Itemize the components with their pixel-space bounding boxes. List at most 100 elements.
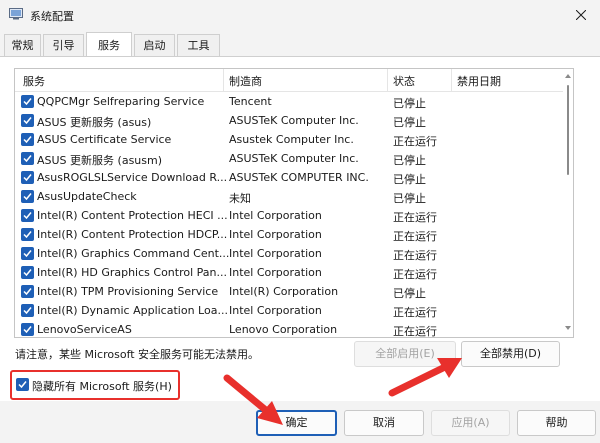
service-name: QQPCMgr Selfreparing Service xyxy=(37,95,205,108)
table-row[interactable]: ASUS Certificate Service Asustek Compute… xyxy=(15,130,563,149)
system-config-app-icon xyxy=(9,8,23,20)
service-status: 正在运行 xyxy=(393,211,437,224)
service-checkbox[interactable] xyxy=(21,266,34,279)
table-row[interactable]: Intel(R) TPM Provisioning Service Intel(… xyxy=(15,282,563,301)
service-checkbox[interactable] xyxy=(21,152,34,165)
close-button[interactable] xyxy=(562,0,600,30)
service-name: Intel(R) Content Protection HECI ... xyxy=(37,209,228,222)
column-divider[interactable] xyxy=(223,69,224,91)
list-header: 服务 制造商 状态 禁用日期 xyxy=(15,69,563,92)
help-button[interactable]: 帮助 xyxy=(517,410,596,436)
hide-microsoft-checkbox[interactable] xyxy=(16,378,29,391)
service-checkbox[interactable] xyxy=(21,228,34,241)
table-row[interactable]: QQPCMgr Selfreparing Service Tencent 已停止 xyxy=(15,92,563,111)
column-header-service[interactable]: 服务 xyxy=(23,73,45,89)
tab-bar: 常规 引导 服务 启动 工具 xyxy=(0,32,600,57)
disable-all-button[interactable]: 全部禁用(D) xyxy=(461,341,560,367)
checkmark-icon xyxy=(23,136,32,144)
table-row[interactable]: AsusROGLSLService Download R... ASUSTeK … xyxy=(15,168,563,187)
table-row[interactable]: Intel(R) HD Graphics Control Pan... Inte… xyxy=(15,263,563,282)
service-name: Intel(R) Dynamic Application Loa... xyxy=(37,304,228,317)
tab-boot[interactable]: 引导 xyxy=(43,34,84,56)
checkmark-icon xyxy=(23,307,32,315)
service-status: 正在运行 xyxy=(393,135,437,148)
service-manufacturer: ASUSTeK Computer Inc. xyxy=(229,114,359,127)
table-row[interactable]: ASUS 更新服务 (asus) ASUSTeK Computer Inc. 已… xyxy=(15,111,563,130)
column-divider[interactable] xyxy=(387,69,388,91)
vertical-scrollbar[interactable] xyxy=(563,69,573,337)
window-title: 系统配置 xyxy=(30,10,74,23)
tab-services[interactable]: 服务 xyxy=(86,32,132,56)
service-checkbox[interactable] xyxy=(21,304,34,317)
table-row[interactable]: Intel(R) Content Protection HDCP... Inte… xyxy=(15,225,563,244)
scroll-up-icon[interactable] xyxy=(565,73,571,79)
service-name: ASUS 更新服务 (asusm) xyxy=(37,154,163,167)
tab-startup[interactable]: 启动 xyxy=(134,34,175,56)
column-header-status[interactable]: 状态 xyxy=(393,73,415,89)
table-row[interactable]: LenovoServiceAS Lenovo Corporation 正在运行 xyxy=(15,320,563,338)
service-manufacturer: Intel Corporation xyxy=(229,304,322,317)
column-divider[interactable] xyxy=(451,69,452,91)
tab-tools[interactable]: 工具 xyxy=(177,34,220,56)
service-checkbox[interactable] xyxy=(21,247,34,260)
scrollbar-thumb[interactable] xyxy=(567,85,569,175)
table-row[interactable]: AsusUpdateCheck 未知 已停止 xyxy=(15,187,563,206)
service-status: 正在运行 xyxy=(393,306,437,319)
service-status: 已停止 xyxy=(393,116,426,129)
checkmark-icon xyxy=(23,288,32,296)
hide-microsoft-services-option[interactable]: 隐藏所有 Microsoft 服务(H) xyxy=(10,370,180,400)
service-manufacturer: ASUSTeK COMPUTER INC. xyxy=(229,171,369,184)
cancel-button[interactable]: 取消 xyxy=(344,410,424,436)
service-checkbox[interactable] xyxy=(21,133,34,146)
security-services-note: 请注意，某些 Microsoft 安全服务可能无法禁用。 xyxy=(15,348,260,361)
service-checkbox[interactable] xyxy=(21,190,34,203)
checkmark-icon xyxy=(23,326,32,334)
service-manufacturer: Intel Corporation xyxy=(229,247,322,260)
service-checkbox[interactable] xyxy=(21,209,34,222)
service-checkbox[interactable] xyxy=(21,171,34,184)
checkmark-icon xyxy=(23,250,32,258)
service-status: 正在运行 xyxy=(393,230,437,243)
checkmark-icon xyxy=(23,231,32,239)
apply-button[interactable]: 应用(A) xyxy=(431,410,510,436)
service-status: 已停止 xyxy=(393,173,426,186)
ok-button[interactable]: 确定 xyxy=(256,410,337,436)
checkmark-icon xyxy=(23,269,32,277)
service-status: 已停止 xyxy=(393,154,426,167)
title-bar: 系统配置 xyxy=(0,0,600,30)
checkmark-icon xyxy=(23,117,32,125)
table-row[interactable]: ASUS 更新服务 (asusm) ASUSTeK Computer Inc. … xyxy=(15,149,563,168)
service-manufacturer: Intel Corporation xyxy=(229,266,322,279)
service-status: 正在运行 xyxy=(393,249,437,262)
table-row[interactable]: Intel(R) Dynamic Application Loa... Inte… xyxy=(15,301,563,320)
service-checkbox[interactable] xyxy=(21,285,34,298)
service-manufacturer: Tencent xyxy=(229,95,272,108)
service-name: ASUS Certificate Service xyxy=(37,133,172,146)
table-row[interactable]: Intel(R) Graphics Command Cent... Intel … xyxy=(15,244,563,263)
service-manufacturer: 未知 xyxy=(229,192,251,205)
enable-all-button[interactable]: 全部启用(E) xyxy=(354,341,456,367)
service-manufacturer: Intel Corporation xyxy=(229,228,322,241)
tab-general[interactable]: 常规 xyxy=(4,34,41,56)
service-manufacturer: ASUSTeK Computer Inc. xyxy=(229,152,359,165)
checkmark-icon xyxy=(23,155,32,163)
service-status: 已停止 xyxy=(393,287,426,300)
service-status: 已停止 xyxy=(393,97,426,110)
service-status: 已停止 xyxy=(393,192,426,205)
service-manufacturer: Asustek Computer Inc. xyxy=(229,133,354,146)
service-checkbox[interactable] xyxy=(21,114,34,127)
checkmark-icon xyxy=(18,381,27,389)
service-status: 正在运行 xyxy=(393,325,437,338)
services-list[interactable]: 服务 制造商 状态 禁用日期 QQPCMgr Selfreparing Serv… xyxy=(14,68,574,338)
service-manufacturer: Lenovo Corporation xyxy=(229,323,338,336)
close-icon xyxy=(576,10,586,20)
service-checkbox[interactable] xyxy=(21,95,34,108)
scroll-down-icon[interactable] xyxy=(565,325,571,331)
checkmark-icon xyxy=(23,98,32,106)
table-row[interactable]: Intel(R) Content Protection HECI ... Int… xyxy=(15,206,563,225)
column-header-manufacturer[interactable]: 制造商 xyxy=(229,73,262,89)
column-header-disabled-date[interactable]: 禁用日期 xyxy=(457,73,501,89)
service-name: LenovoServiceAS xyxy=(37,323,132,336)
service-name: AsusROGLSLService Download R... xyxy=(37,171,228,184)
service-checkbox[interactable] xyxy=(21,323,34,336)
